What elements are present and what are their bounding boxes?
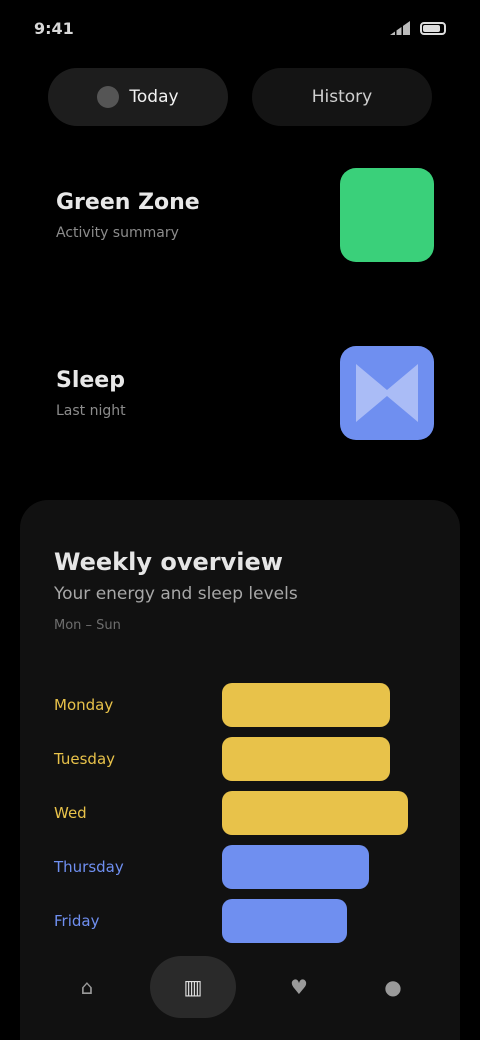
bar-track — [222, 683, 438, 727]
bar-label: Thursday — [54, 858, 124, 876]
status-bar: 9:41 — [0, 0, 480, 56]
panel-subtitle: Your energy and sleep levels — [54, 584, 298, 604]
tab-history[interactable]: History — [252, 68, 432, 126]
green-square-tile — [340, 168, 434, 262]
battery-icon — [420, 21, 446, 35]
bar-fill — [222, 845, 369, 889]
bar-track — [222, 791, 438, 835]
bar-label: Tuesday — [54, 750, 116, 768]
bar-row[interactable]: Monday — [48, 678, 438, 732]
bar-fill — [222, 683, 391, 727]
pulse-icon[interactable]: ♥ — [268, 956, 330, 1018]
bar-row[interactable]: Wed — [48, 786, 438, 840]
tab-label: History — [311, 87, 373, 107]
panel-caption: Mon – Sun — [54, 618, 121, 633]
bar-label: Wed — [54, 804, 87, 822]
status-time: 9:41 — [34, 18, 74, 38]
stats-icon[interactable]: ▥ — [150, 956, 236, 1018]
profile-icon[interactable]: ● — [362, 956, 424, 1018]
stat-text: Sleep Last night — [40, 368, 126, 419]
top-tabs: Today History — [48, 68, 432, 126]
bar-list: Monday Tuesday Wed Thursday Friday — [48, 678, 438, 948]
bar-row[interactable]: Thursday — [48, 840, 438, 894]
bar-fill — [222, 791, 408, 835]
home-icon[interactable]: ⌂ — [56, 956, 118, 1018]
stat-sub: Last night — [56, 402, 126, 419]
bar-track — [222, 737, 438, 781]
bar-label: Monday — [54, 696, 114, 714]
calendar-icon — [97, 86, 120, 108]
signal-icon — [390, 21, 410, 35]
status-right — [390, 21, 446, 35]
tab-today[interactable]: Today — [48, 68, 228, 126]
bottom-nav: ⌂ ▥ ♥ ● — [0, 934, 480, 1040]
status-left: 9:41 — [34, 19, 74, 38]
stat-text: Green Zone Activity summary — [40, 190, 200, 241]
stat-card-sleep[interactable]: Sleep Last night — [40, 318, 440, 468]
stat-label: Green Zone — [56, 189, 200, 215]
stat-card-green[interactable]: Green Zone Activity summary — [40, 140, 440, 290]
stat-label: Sleep — [56, 367, 125, 393]
stat-sub: Activity summary — [56, 224, 179, 241]
bowtie-svg — [356, 364, 418, 422]
bar-fill — [222, 737, 391, 781]
tab-label: Today — [129, 87, 179, 107]
bowtie-icon — [340, 346, 434, 440]
bar-row[interactable]: Tuesday — [48, 732, 438, 786]
bar-label: Friday — [54, 912, 100, 930]
bar-track — [222, 845, 438, 889]
panel-title: Weekly overview — [54, 548, 283, 576]
